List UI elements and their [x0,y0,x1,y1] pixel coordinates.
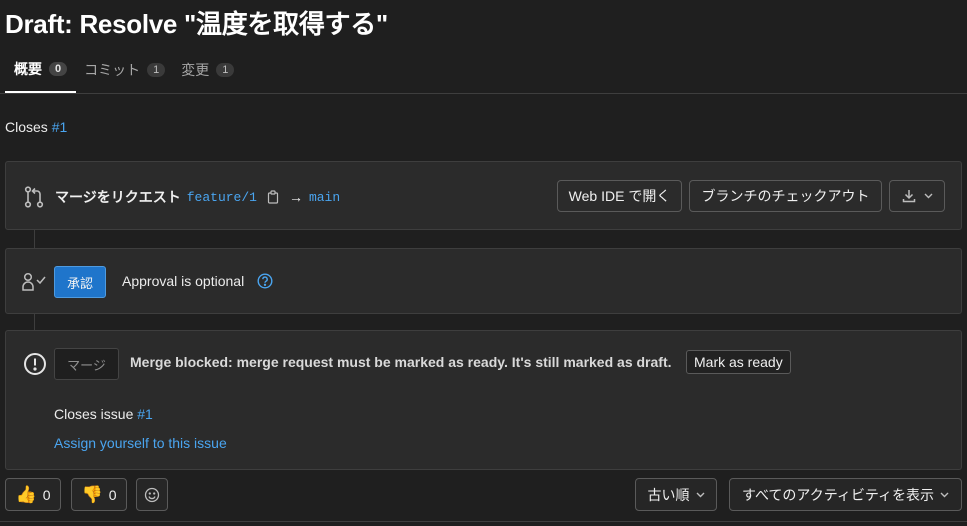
merge-request-icon [23,185,45,209]
download-icon [902,189,916,203]
closes-issue-text: Closes issue [54,406,134,422]
activity-filter-label: すべてのアクティビティを表示 [741,486,935,503]
web-ide-button[interactable]: Web IDE で開く [557,180,682,212]
approval-icon [21,271,49,293]
warning-icon [22,351,48,377]
merge-status-card: マージ Merge blocked: merge request must be… [5,330,962,470]
page-title: Draft: Resolve "温度を取得する" [5,9,388,39]
add-reaction-button[interactable] [136,478,168,511]
approve-button[interactable]: 承認 [54,266,106,298]
tab-commits-count: 1 [147,62,166,77]
mr-tabs: 概要 0 コミット 1 変更 1 [0,46,967,94]
closes-issue-line: Closes issue #1 [54,406,153,422]
thumbs-up-icon: 👍 [15,485,37,504]
sort-order-label: 古い順 [647,486,690,503]
mr-description: Closes #1 [5,119,67,135]
help-icon[interactable] [257,273,273,292]
tab-overview-count: 0 [49,61,68,76]
thumbs-down-icon: 👎 [81,485,103,504]
timeline-connector [34,314,35,330]
merge-blocked-message: Merge blocked: merge request must be mar… [130,354,672,370]
branch-info-card: マージをリクエスト feature/1 → main Web IDE で開く ブ… [5,161,962,230]
tab-overview[interactable]: 概要 0 [5,46,77,93]
thumbs-up-button[interactable]: 👍 0 [5,478,61,511]
branch-summary: マージをリクエスト feature/1 → main [55,187,340,207]
tab-changes-count: 1 [216,62,235,77]
approval-card: 承認 Approval is optional [5,248,962,314]
branch-label: マージをリクエスト [55,189,181,205]
tab-commits-label: コミット [84,61,141,78]
description-issue-link[interactable]: #1 [52,119,68,135]
arrow-icon: → [288,189,303,205]
merge-button: マージ [54,348,119,380]
activity-filter-dropdown[interactable]: すべてのアクティビティを表示 [729,478,962,511]
timeline-connector [34,230,35,248]
tab-changes[interactable]: 変更 1 [173,46,242,93]
chevron-down-icon [924,193,933,199]
tab-commits[interactable]: コミット 1 [76,46,173,93]
copy-icon[interactable] [267,190,279,204]
mark-as-ready-button[interactable]: Mark as ready [686,350,791,374]
checkout-branch-button[interactable]: ブランチのチェックアウト [689,180,882,212]
thumbs-down-count: 0 [108,486,117,503]
divider [0,521,967,522]
thumbs-down-button[interactable]: 👎 0 [71,478,127,511]
download-dropdown[interactable] [889,180,945,212]
chevron-down-icon [940,492,949,498]
source-branch[interactable]: feature/1 [187,190,257,205]
assign-yourself-link[interactable]: Assign yourself to this issue [54,435,227,451]
closes-issue-link[interactable]: #1 [137,406,153,422]
tab-changes-label: 変更 [181,61,210,78]
thumbs-up-count: 0 [42,486,51,503]
tab-overview-label: 概要 [14,60,42,77]
sort-order-dropdown[interactable]: 古い順 [635,478,717,511]
approval-status: Approval is optional [122,273,245,289]
description-text: Closes [5,119,48,135]
chevron-down-icon [696,492,705,498]
target-branch[interactable]: main [309,190,340,205]
emoji-icon [144,487,160,503]
